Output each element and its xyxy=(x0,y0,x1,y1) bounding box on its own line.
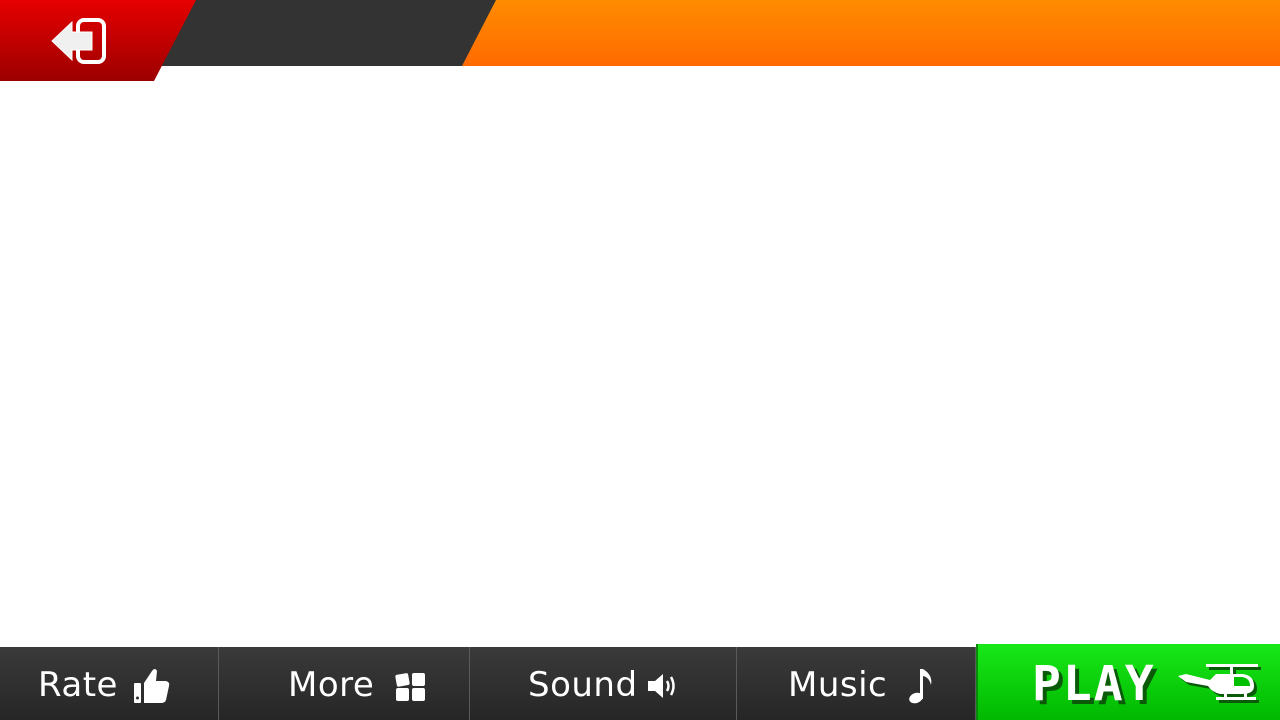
grid-icon xyxy=(395,671,427,707)
more-label: More xyxy=(288,665,375,705)
speaker-icon xyxy=(646,671,680,705)
exit-arrow-icon xyxy=(50,16,110,70)
helicopter-icon xyxy=(1176,662,1262,710)
back-button[interactable] xyxy=(0,0,196,81)
music-button[interactable]: Music xyxy=(737,647,976,720)
rate-button[interactable]: Rate xyxy=(0,647,219,720)
more-button[interactable]: More xyxy=(219,647,470,720)
music-note-icon xyxy=(907,665,937,711)
sound-label: Sound xyxy=(528,665,638,705)
music-label: Music xyxy=(788,665,888,705)
sound-button[interactable]: Sound xyxy=(470,647,737,720)
play-label: PLAY xyxy=(1032,656,1156,712)
thumbs-up-icon xyxy=(132,667,172,709)
rate-label: Rate xyxy=(38,665,118,705)
top-bar xyxy=(0,0,1280,81)
play-button[interactable]: PLAY xyxy=(976,644,1280,720)
